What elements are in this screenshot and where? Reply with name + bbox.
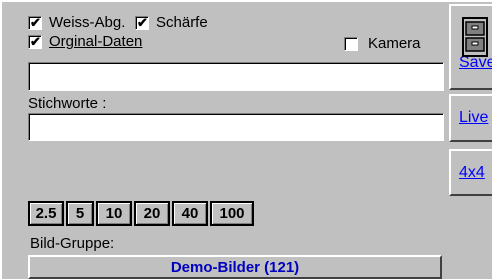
kamera-checkbox[interactable]: Kamera [344,35,421,53]
zoom-100-button[interactable]: 100 [210,201,254,226]
check-icon: ✔ [30,34,41,49]
name-input[interactable] [28,62,444,91]
check-icon: ✔ [30,15,41,30]
weiss-abg-label: Weiss-Abg. [49,14,126,31]
kamera-label: Kamera [368,35,421,52]
bild-gruppe-button[interactable]: Demo-Bilder (121) [28,255,442,279]
zoom-40-button[interactable]: 40 [172,201,208,226]
stichworte-input[interactable] [28,113,444,141]
zoom-10-button[interactable]: 10 [96,201,132,226]
checkbox-box[interactable]: ✔ [28,15,42,30]
check-icon: ✔ [137,15,148,30]
schaerfe-checkbox[interactable]: ✔ Schärfe [135,14,208,32]
checkbox-box[interactable]: ✔ [135,15,149,30]
stichworte-label: Stichworte : [28,95,107,112]
bild-gruppe-label: Bild-Gruppe: [30,235,115,252]
zoom-5-button[interactable]: 5 [66,201,94,226]
schaerfe-label: Schärfe [156,14,208,31]
zoom-toolbar: 2.5 5 10 20 40 100 [28,201,254,226]
grid-4x4-button[interactable]: 4x4 [449,149,492,196]
live-button[interactable]: Live [449,94,492,142]
grid-4x4-label: 4x4 [459,163,485,181]
original-daten-checkbox[interactable]: ✔ Orginal-Daten [28,33,142,51]
save-button[interactable]: Save [449,4,492,90]
checkbox-box[interactable] [344,37,358,51]
live-label: Live [459,109,489,126]
zoom-20-button[interactable]: 20 [134,201,170,226]
settings-panel: ✔ Weiss-Abg. ✔ Schärfe ✔ Orginal-Daten K… [0,0,492,279]
zoom-2-5-button[interactable]: 2.5 [28,201,64,226]
checkbox-box[interactable]: ✔ [28,34,42,49]
original-daten-label: Orginal-Daten [49,33,143,50]
file-cabinet-icon [462,17,488,57]
weiss-abg-checkbox[interactable]: ✔ Weiss-Abg. [28,14,125,32]
